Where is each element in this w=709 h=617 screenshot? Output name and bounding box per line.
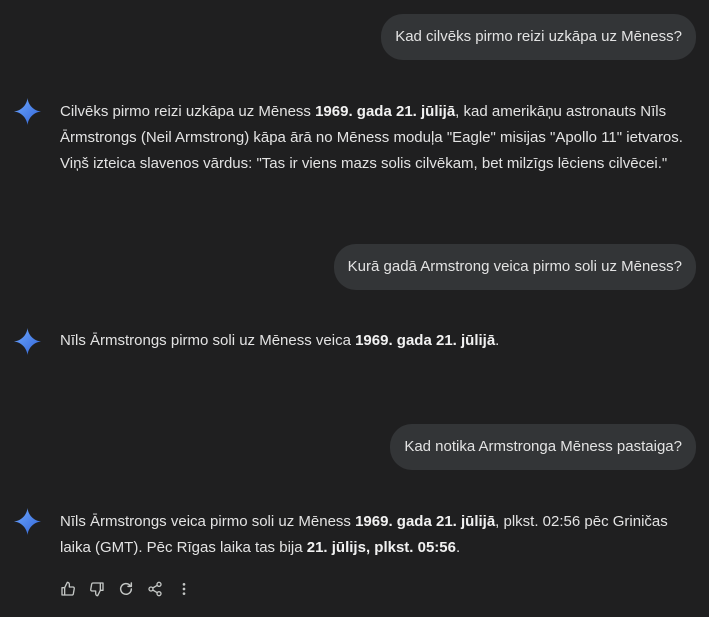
user-message: Kad notika Armstronga Mēness pastaiga? xyxy=(390,424,696,470)
chat-conversation: Kad cilvēks pirmo reizi uzkāpa uz Mēness… xyxy=(0,0,709,617)
highlight-date: 1969. gada 21. jūlijā xyxy=(355,332,496,349)
regenerate-button[interactable] xyxy=(116,579,136,599)
user-message: Kad cilvēks pirmo reizi uzkāpa uz Mēness… xyxy=(381,14,696,60)
response-text: Nīls Ārmstrongs pirmo soli uz Mēness vei… xyxy=(60,332,500,349)
regenerate-icon xyxy=(119,582,133,595)
more-vert-icon xyxy=(182,583,186,595)
thumbs-down-icon xyxy=(90,582,104,597)
gemini-sparkle-icon xyxy=(14,98,41,125)
thumbs-up-button[interactable] xyxy=(58,579,78,599)
more-options-button[interactable] xyxy=(174,579,194,599)
highlight-date: 1969. gada 21. jūlijā xyxy=(355,513,496,530)
highlight-time: 21. jūlijs, plkst. 05:56 xyxy=(306,539,456,556)
response-text: Cilvēks pirmo reizi uzkāpa uz Mēness 196… xyxy=(60,103,683,172)
highlight-date: 1969. gada 21. jūlijā xyxy=(315,103,456,120)
response-actions xyxy=(58,578,203,600)
gemini-sparkle-icon xyxy=(14,508,41,535)
user-message: Kurā gadā Armstrong veica pirmo soli uz … xyxy=(333,244,696,290)
gemini-sparkle-icon xyxy=(14,328,41,355)
share-icon xyxy=(148,581,162,597)
thumbs-up-icon xyxy=(61,581,75,596)
thumbs-down-button[interactable] xyxy=(87,579,107,599)
response-text: Nīls Ārmstrongs veica pirmo soli uz Mēne… xyxy=(60,513,668,556)
share-button[interactable] xyxy=(145,579,165,599)
